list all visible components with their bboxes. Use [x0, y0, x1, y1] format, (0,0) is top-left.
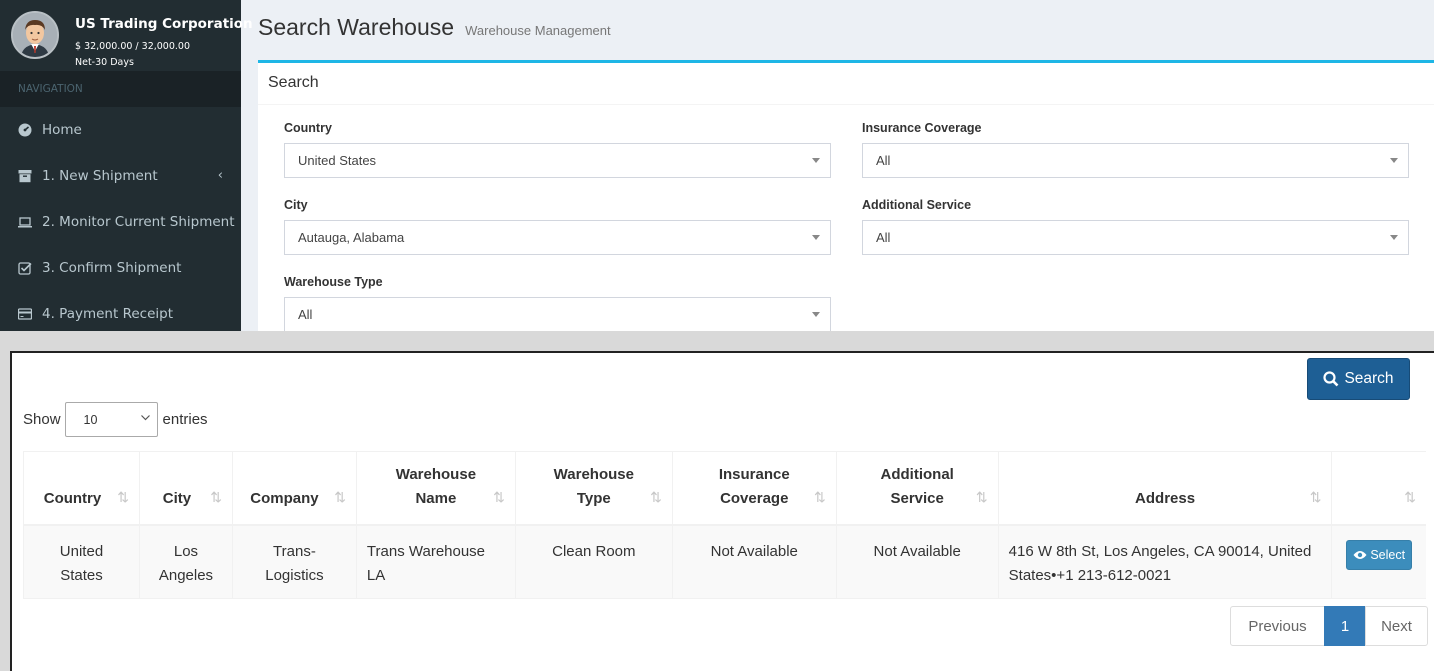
- entries-length-control: Show 10 entries: [23, 402, 208, 437]
- sort-icon: ⇅: [334, 489, 346, 506]
- additional-service-select-value: All: [876, 230, 891, 245]
- dropdown-arrow-icon: [812, 158, 820, 163]
- sort-icon: ⇅: [650, 489, 662, 506]
- dropdown-arrow-icon: [1390, 235, 1398, 240]
- dropdown-arrow-icon: [812, 312, 820, 317]
- dashboard-icon: [18, 123, 32, 137]
- sidebar-item-home[interactable]: Home: [0, 107, 241, 153]
- main-content: Search Warehouse Warehouse Management Se…: [241, 0, 1434, 331]
- entries-select[interactable]: 10: [64, 402, 158, 437]
- sidebar-item-label: Home: [42, 122, 82, 138]
- page-header: Search Warehouse Warehouse Management: [258, 14, 611, 41]
- column-header-company[interactable]: Company ⇅: [231, 451, 357, 526]
- country-select-value: United States: [298, 153, 377, 168]
- page-1-button[interactable]: 1: [1324, 606, 1366, 646]
- cell-address: 416 W 8th St, Los Angeles, CA 90014, Uni…: [997, 524, 1332, 599]
- company-name: US Trading Corporation: [75, 16, 253, 32]
- cell-warehouse-type: Clean Room: [514, 524, 673, 599]
- check-square-icon: [18, 261, 32, 275]
- country-label: Country: [284, 121, 332, 135]
- cell-action: Select: [1331, 524, 1426, 599]
- table-header-row: Country ⇅ City ⇅ Company ⇅ Warehouse Nam…: [23, 451, 1426, 526]
- insurance-coverage-select-value: All: [876, 153, 891, 168]
- dropdown-arrow-icon: [812, 235, 820, 240]
- sidebar-item-label: 2. Monitor Current Shipment: [42, 214, 235, 230]
- sort-icon: ⇅: [117, 489, 129, 506]
- results-screen: Search Show 10 entries Country ⇅ City ⇅: [10, 351, 1434, 671]
- page-subtitle: Warehouse Management: [465, 23, 611, 38]
- city-label: City: [284, 198, 308, 212]
- column-header-warehouse-type[interactable]: Warehouse Type ⇅: [514, 451, 673, 526]
- search-box: Search Country United States Insurance C…: [258, 60, 1434, 331]
- entries-select-value: 10: [83, 413, 98, 427]
- chevron-down-icon: [140, 412, 151, 426]
- laptop-icon: [18, 215, 32, 229]
- warehouse-type-select-value: All: [298, 307, 313, 322]
- warehouse-type-select[interactable]: All: [284, 297, 831, 331]
- additional-service-label: Additional Service: [862, 198, 972, 212]
- city-select[interactable]: Autauga, Alabama: [284, 220, 831, 255]
- nav-header: NAVIGATION: [0, 71, 241, 107]
- sidebar-item-label: 3. Confirm Shipment: [42, 260, 182, 276]
- next-page-button[interactable]: Next: [1365, 606, 1428, 646]
- column-header-country[interactable]: Country ⇅: [23, 451, 140, 526]
- column-header-address[interactable]: Address ⇅: [997, 451, 1332, 526]
- sidebar: US Trading Corporation $ 32,000.00 / 32,…: [0, 0, 253, 331]
- show-label: Show: [23, 411, 61, 428]
- sidebar-item-new-shipment[interactable]: 1. New Shipment ‹: [0, 153, 241, 199]
- column-header-warehouse-name[interactable]: Warehouse Name ⇅: [355, 451, 516, 526]
- payment-terms: Net-30 Days: [75, 57, 134, 68]
- search-icon: [1323, 371, 1339, 387]
- sort-icon: ⇅: [975, 489, 988, 506]
- sidebar-item-payment-receipt[interactable]: 4. Payment Receipt: [0, 291, 241, 331]
- search-button-label: Search: [1344, 370, 1394, 387]
- additional-service-select[interactable]: All: [862, 220, 1409, 255]
- user-panel: US Trading Corporation $ 32,000.00 / 32,…: [0, 0, 253, 71]
- sidebar-item-monitor-shipment[interactable]: 2. Monitor Current Shipment: [0, 199, 241, 245]
- sidebar-item-label: 1. New Shipment: [42, 168, 158, 184]
- archive-icon: [18, 169, 32, 183]
- country-select[interactable]: United States: [284, 143, 831, 178]
- column-header-city[interactable]: City ⇅: [138, 451, 233, 526]
- search-button[interactable]: Search: [1307, 358, 1410, 400]
- column-header-action[interactable]: ⇅: [1331, 451, 1426, 526]
- sort-icon: ⇅: [1309, 489, 1322, 506]
- sort-icon: ⇅: [493, 489, 505, 506]
- search-box-title: Search: [258, 63, 1434, 105]
- cell-additional-service: Not Available: [835, 524, 999, 599]
- cell-company: Trans- Logistics: [231, 524, 357, 599]
- sidebar-item-label: 4. Payment Receipt: [42, 306, 173, 322]
- page-title: Search Warehouse: [258, 14, 455, 40]
- table-row: United States Los Angeles Trans- Logisti…: [23, 524, 1426, 599]
- column-header-insurance-coverage[interactable]: Insurance Coverage ⇅: [671, 451, 837, 526]
- sort-icon: ⇅: [1404, 489, 1416, 506]
- column-header-additional-service[interactable]: Additional Service ⇅: [835, 451, 999, 526]
- pagination: Previous 1 Next: [1230, 606, 1428, 646]
- entries-label: entries: [162, 411, 208, 428]
- city-select-value: Autauga, Alabama: [298, 230, 405, 245]
- top-screen: US Trading Corporation $ 32,000.00 / 32,…: [0, 0, 1434, 331]
- cell-country: United States: [23, 524, 140, 599]
- insurance-coverage-label: Insurance Coverage: [862, 121, 982, 135]
- sidebar-item-confirm-shipment[interactable]: 3. Confirm Shipment: [0, 245, 241, 291]
- eye-icon: [1353, 550, 1367, 559]
- cell-warehouse-name: Trans Warehouse LA: [355, 524, 516, 599]
- warehouse-table: Country ⇅ City ⇅ Company ⇅ Warehouse Nam…: [23, 451, 1426, 599]
- previous-page-button[interactable]: Previous: [1230, 606, 1325, 646]
- sort-icon: ⇅: [813, 489, 826, 506]
- credit-card-icon: [17, 307, 33, 321]
- account-balance: $ 32,000.00 / 32,000.00: [75, 41, 191, 52]
- cell-city: Los Angeles: [138, 524, 233, 599]
- avatar: [11, 11, 59, 59]
- chevron-left-icon: ‹: [217, 168, 223, 183]
- select-button[interactable]: Select: [1346, 539, 1413, 570]
- insurance-coverage-select[interactable]: All: [862, 143, 1409, 178]
- sort-icon: ⇅: [210, 489, 222, 506]
- dropdown-arrow-icon: [1390, 158, 1398, 163]
- cell-insurance-coverage: Not Available: [671, 524, 837, 599]
- warehouse-type-label: Warehouse Type: [284, 275, 383, 289]
